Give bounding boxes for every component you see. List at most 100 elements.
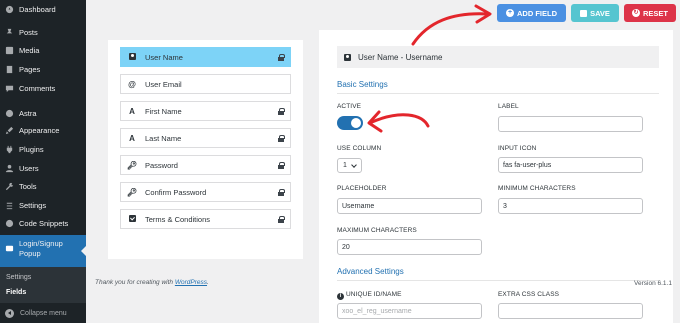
reset-icon: ↻ bbox=[631, 9, 640, 17]
field-item-label: Password bbox=[145, 160, 178, 170]
save-icon bbox=[580, 9, 588, 17]
field-item-user-email[interactable]: @ User Email bbox=[120, 74, 291, 94]
reset-label: RESET bbox=[642, 8, 668, 18]
lock-icon bbox=[278, 161, 285, 169]
field-item-last-name[interactable]: A Last Name bbox=[120, 128, 291, 148]
reset-button[interactable]: ↻ RESET bbox=[624, 4, 676, 22]
footer-thanks-prefix: Thank you for creating with bbox=[95, 279, 175, 286]
max-chars-label: MAXIMUM CHARACTERS bbox=[337, 227, 417, 234]
placeholder-input[interactable]: Username bbox=[337, 198, 482, 214]
plugin-icon bbox=[0, 140, 19, 158]
advanced-settings-title: Advanced Settings bbox=[337, 267, 404, 276]
admin-sidebar: Dashboard Posts Media Pages Comments Astra App… bbox=[0, 0, 86, 323]
settings-icon bbox=[0, 196, 19, 214]
save-label: SAVE bbox=[590, 8, 610, 18]
extra-css-input[interactable] bbox=[498, 303, 643, 319]
lock-icon bbox=[278, 53, 285, 61]
chevron-down-icon bbox=[351, 161, 357, 168]
sidebar-item-label: Comments bbox=[19, 83, 56, 93]
sidebar-item-posts[interactable]: Posts bbox=[0, 23, 86, 41]
use-column-label: USE COLUMN bbox=[337, 145, 382, 152]
sidebar-item-label: Popup bbox=[19, 249, 41, 258]
sidebar-item-label: Settings bbox=[19, 200, 47, 210]
unique-id-label-text: UNIQUE ID/NAME bbox=[346, 291, 402, 298]
sidebar-item-media[interactable]: Media bbox=[0, 41, 86, 59]
sidebar-item-plugins[interactable]: Plugins bbox=[0, 140, 86, 158]
field-item-user-name[interactable]: User Name bbox=[120, 47, 291, 67]
field-item-label: First Name bbox=[145, 106, 182, 116]
sidebar-item-label: Plugins bbox=[19, 144, 44, 154]
info-icon: i bbox=[337, 293, 344, 300]
max-chars-input[interactable]: 20 bbox=[337, 239, 482, 255]
at-icon: @ bbox=[128, 79, 136, 89]
active-toggle[interactable] bbox=[337, 116, 363, 130]
sidebar-item-users[interactable]: Users bbox=[0, 159, 86, 177]
footer-thanks-suffix: . bbox=[207, 279, 209, 286]
sidebar-item-comments[interactable]: Comments bbox=[0, 79, 86, 97]
add-field-button[interactable]: + ADD FIELD bbox=[497, 4, 566, 22]
sidebar-item-code-snippets[interactable]: Code Snippets bbox=[0, 214, 86, 232]
sidebar-item-label: Astra bbox=[19, 108, 37, 118]
field-item-password[interactable]: 🔑︎ Password bbox=[120, 155, 291, 175]
tools-icon bbox=[0, 177, 19, 195]
sidebar-item-appearance[interactable]: Appearance bbox=[0, 121, 86, 139]
add-field-label: ADD FIELD bbox=[517, 8, 557, 18]
submenu-item-settings[interactable]: Settings bbox=[6, 274, 31, 281]
astra-icon bbox=[0, 104, 19, 122]
footer-version: Version 6.1.1 bbox=[634, 280, 672, 287]
dashboard-icon bbox=[0, 0, 19, 18]
current-menu-arrow bbox=[81, 246, 86, 256]
settings-header-title: User Name - Username bbox=[358, 52, 443, 62]
field-item-terms-conditions[interactable]: Terms & Conditions bbox=[120, 209, 291, 229]
sidebar-item-dashboard[interactable]: Dashboard bbox=[0, 0, 86, 18]
active-label: ACTIVE bbox=[337, 103, 362, 110]
unique-id-label: i UNIQUE ID/NAME bbox=[337, 291, 402, 300]
key-icon: 🔑︎ bbox=[126, 187, 138, 197]
sidebar-item-label: Code Snippets bbox=[19, 218, 69, 228]
collapse-menu-button[interactable]: Collapse menu bbox=[0, 306, 86, 320]
divider bbox=[337, 93, 659, 94]
input-icon-input[interactable]: fas fa-user-plus bbox=[498, 157, 643, 173]
min-chars-label: MINIMUM CHARACTERS bbox=[498, 185, 576, 192]
lock-icon bbox=[278, 134, 285, 142]
lock-icon bbox=[278, 107, 285, 115]
comments-icon bbox=[0, 79, 19, 97]
sidebar-item-tools[interactable]: Tools bbox=[0, 177, 86, 195]
footer-thanks: Thank you for creating with WordPress. bbox=[95, 279, 209, 286]
submenu-item-fields[interactable]: Fields bbox=[6, 289, 26, 296]
min-chars-input[interactable]: 3 bbox=[498, 198, 643, 214]
sidebar-item-login-signup-popup[interactable]: Login/Signup Popup bbox=[0, 235, 86, 267]
users-icon bbox=[0, 159, 19, 177]
field-item-first-name[interactable]: A First Name bbox=[120, 101, 291, 121]
wordpress-link[interactable]: WordPress bbox=[175, 279, 207, 286]
sidebar-item-settings[interactable]: Settings bbox=[0, 196, 86, 214]
save-button[interactable]: SAVE bbox=[571, 4, 619, 22]
fields-list-panel: User Name @ User Email A First Name A Last Nam… bbox=[108, 40, 303, 259]
lock-icon bbox=[278, 188, 285, 196]
pin-icon bbox=[0, 23, 19, 41]
sidebar-item-astra[interactable]: Astra bbox=[0, 104, 86, 122]
sidebar-item-label: Tools bbox=[19, 181, 37, 191]
settings-header: User Name - Username bbox=[337, 46, 659, 68]
sidebar-item-label: Media bbox=[19, 45, 40, 55]
letter-a-icon: A bbox=[129, 106, 135, 116]
field-item-confirm-password[interactable]: 🔑︎ Confirm Password bbox=[120, 182, 291, 202]
placeholder-label: PLACEHOLDER bbox=[337, 185, 387, 192]
key-icon: 🔑︎ bbox=[126, 160, 138, 170]
collapse-icon bbox=[5, 308, 14, 318]
field-item-label: Terms & Conditions bbox=[145, 214, 211, 224]
label-input[interactable] bbox=[498, 116, 643, 132]
user-icon bbox=[344, 53, 351, 61]
sidebar-item-pages[interactable]: Pages bbox=[0, 60, 86, 78]
input-icon-label: INPUT ICON bbox=[498, 145, 537, 152]
unique-id-input[interactable]: xoo_el_reg_username bbox=[337, 303, 482, 319]
pages-icon bbox=[0, 60, 19, 78]
letter-a-icon: A bbox=[129, 133, 135, 143]
sidebar-item-label: Dashboard bbox=[19, 4, 56, 14]
user-icon bbox=[128, 52, 136, 60]
use-column-value: 1 bbox=[343, 162, 347, 169]
submenu: Settings Fields bbox=[0, 267, 86, 303]
use-column-select[interactable]: 1 bbox=[337, 158, 362, 173]
sidebar-item-label: Appearance bbox=[19, 125, 60, 135]
checkbox-icon bbox=[128, 214, 136, 222]
